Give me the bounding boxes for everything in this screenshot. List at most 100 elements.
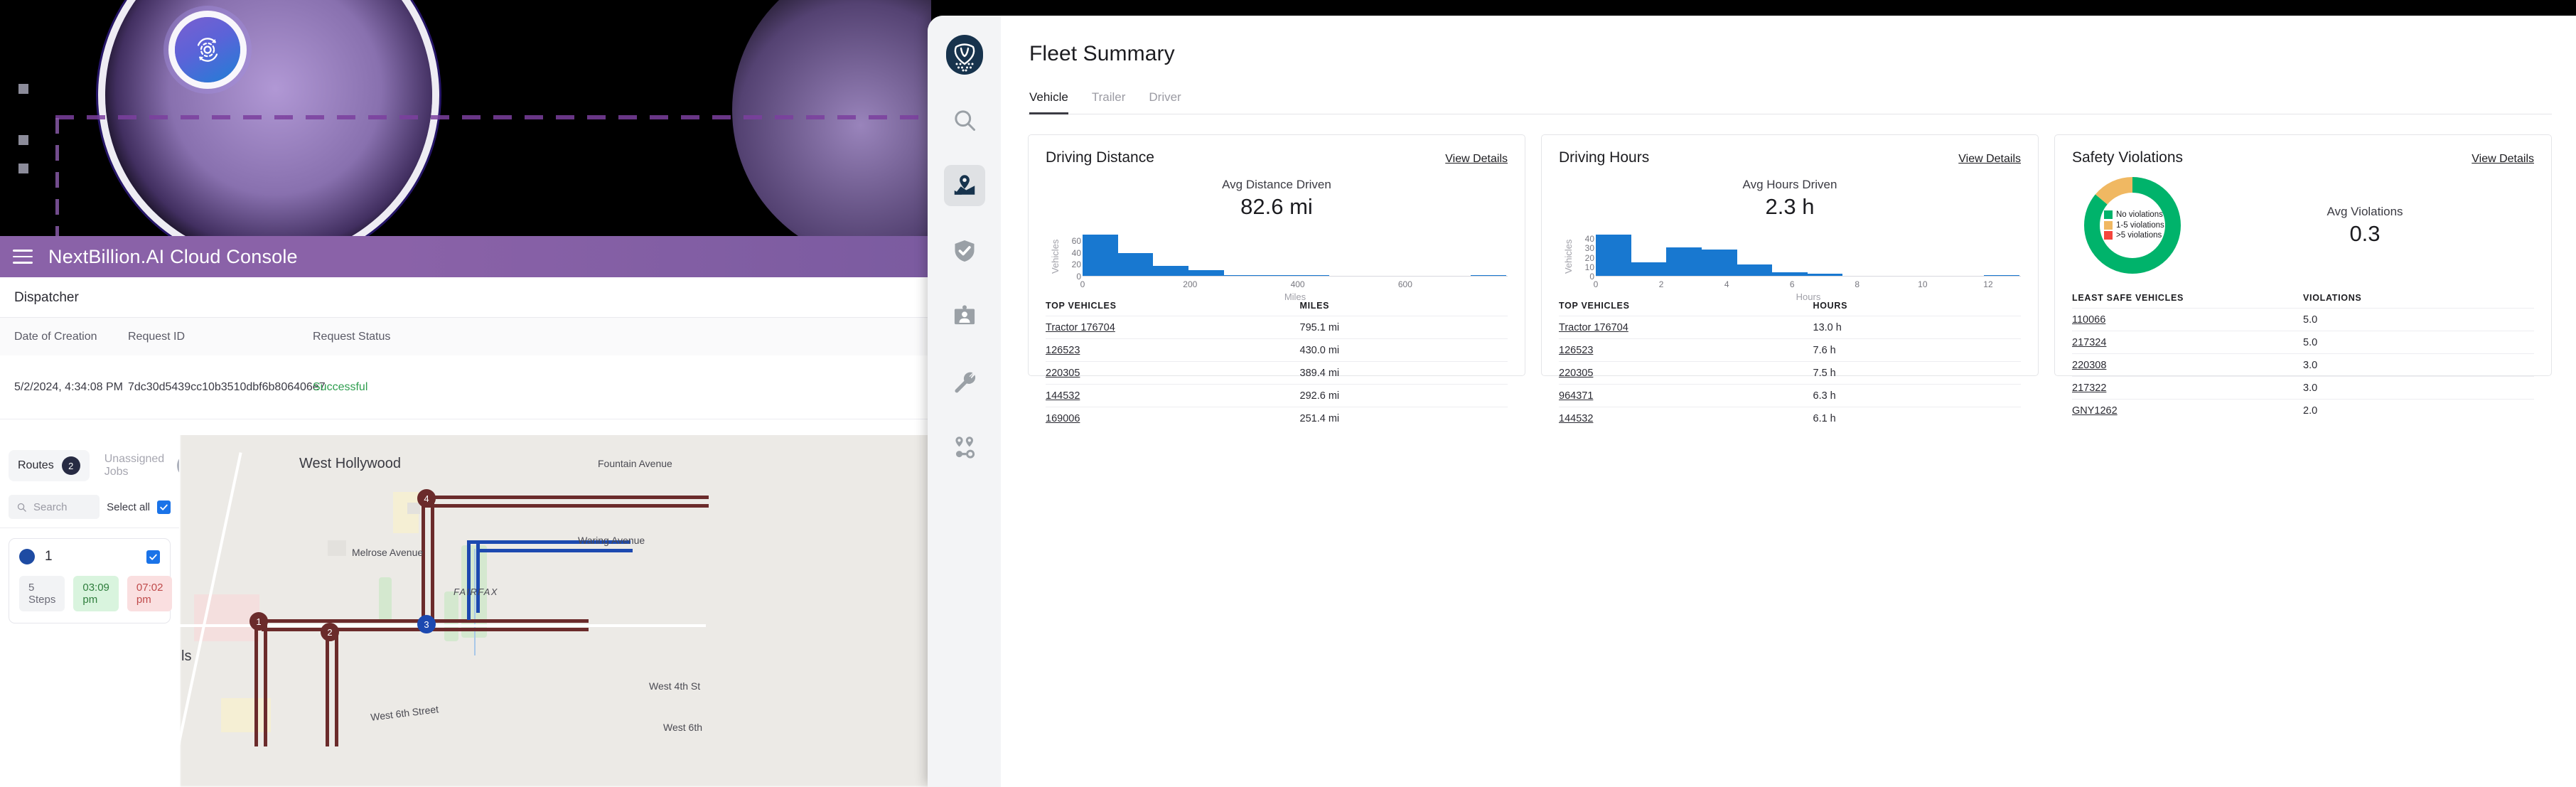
table-row[interactable]: 5/2/2024, 4:34:08 PM 7dc30d5439cc10b3510…	[0, 355, 931, 419]
vehicle-link[interactable]: 220305	[1559, 368, 1593, 379]
card-driving-hours: Driving Hours View Details Avg Hours Dri…	[1541, 134, 2039, 424]
column-header-hours: HOURS	[1813, 301, 1848, 311]
distance-histogram: Vehicles 0 20 40 60 0 200 400 600 Miles	[1046, 232, 1508, 302]
hamburger-menu-icon[interactable]	[13, 250, 33, 264]
vehicle-link[interactable]: GNY1262	[2072, 405, 2118, 417]
sidebar-item-maintenance[interactable]	[944, 361, 985, 402]
vehicle-link[interactable]: 110066	[2072, 314, 2105, 326]
sidebar-item-drivers[interactable]	[944, 296, 985, 337]
column-header-request-status: Request Status	[313, 330, 391, 343]
vehicle-link[interactable]: 144532	[1046, 390, 1080, 402]
kpi-block: Avg Hours Driven 2.3 h	[1559, 178, 2021, 220]
route-path-segment	[422, 500, 425, 623]
wrench-icon	[954, 372, 975, 393]
plot-area	[1083, 232, 1508, 277]
vehicle-link[interactable]: 220305	[1046, 368, 1080, 379]
table-row: 217322 3.0	[2072, 376, 2534, 399]
tab-routes-label: Routes	[18, 459, 54, 471]
vehicle-link[interactable]: Tractor 176704	[1559, 322, 1628, 333]
map-label-melrose-avenue: Melrose Avenue	[352, 547, 424, 558]
vehicle-link[interactable]: 126523	[1046, 345, 1080, 356]
legend-swatch-green	[2104, 210, 2113, 220]
requests-table: Date of Creation Request ID Request Stat…	[0, 318, 931, 419]
column-header-vehicles: TOP VEHICLES	[1046, 301, 1117, 311]
sidebar-item-search[interactable]	[944, 100, 985, 141]
y-tick: 10	[1584, 262, 1594, 272]
x-axis-label: Hours	[1796, 291, 1821, 302]
map-label-partial: ls	[181, 648, 192, 664]
map-pin-icon	[954, 175, 975, 195]
sidebar-item-safety[interactable]	[944, 230, 985, 272]
route-map[interactable]: 1 2 3 4 West Hollywood Fountain Avenue W…	[179, 435, 931, 787]
column-header-vehicles: TOP VEHICLES	[1559, 301, 1630, 311]
route-path-segment	[424, 496, 709, 499]
tab-trailer[interactable]: Trailer	[1092, 90, 1126, 114]
y-tick: 30	[1584, 243, 1594, 254]
route-steps-badge: 5 Steps	[19, 576, 65, 611]
kpi-label: Avg Distance Driven	[1222, 178, 1331, 191]
card-title: Safety Violations	[2072, 149, 2184, 166]
tab-driver[interactable]: Driver	[1149, 90, 1181, 114]
card-header: Driving Distance View Details	[1046, 149, 1508, 166]
vehicle-link[interactable]: 169006	[1046, 413, 1080, 424]
route-path-segment	[424, 504, 709, 508]
table-row: 110066 5.0	[2072, 308, 2534, 331]
column-header-request-id: Request ID	[128, 330, 186, 343]
select-all-checkbox[interactable]	[157, 500, 171, 514]
vehicle-link[interactable]: 220308	[2072, 360, 2106, 371]
vehicle-link[interactable]: 217324	[2072, 337, 2106, 348]
route-waypoints-icon	[955, 437, 975, 459]
vehicle-link[interactable]: 964371	[1559, 390, 1593, 402]
check-icon	[160, 504, 168, 510]
hero-square-2	[18, 135, 28, 145]
map-marker-4[interactable]: 4	[417, 489, 436, 508]
y-axis-label: Vehicles	[1050, 239, 1061, 274]
hero-dashed-line-horizontal	[55, 115, 931, 119]
legend-item: >5 violations	[2104, 230, 2164, 241]
cell-value: 3.0	[2303, 382, 2318, 394]
tab-routes[interactable]: Routes 2	[9, 450, 90, 481]
bar	[1259, 275, 1294, 276]
sidebar-item-map[interactable]	[943, 165, 985, 206]
vehicle-link[interactable]: 126523	[1559, 345, 1593, 356]
table-row: 217324 5.0	[2072, 331, 2534, 353]
samsara-owl-logo-icon[interactable]	[945, 34, 984, 75]
map-label-west-4th-st: West 4th St	[649, 680, 701, 692]
map-marker-1[interactable]: 1	[249, 612, 268, 631]
violations-donut-block: No violations 1-5 violations >5 violatio…	[2072, 172, 2534, 279]
map-marker-2[interactable]: 2	[321, 623, 339, 641]
search-input[interactable]: Search	[9, 495, 100, 519]
view-details-link[interactable]: View Details	[1958, 153, 2021, 166]
bar	[1083, 235, 1118, 276]
vehicle-link[interactable]: 217322	[2072, 382, 2106, 394]
view-details-link[interactable]: View Details	[2472, 153, 2534, 166]
card-title: Driving Hours	[1559, 149, 1650, 166]
vehicle-link[interactable]: Tractor 176704	[1046, 322, 1115, 333]
view-details-link[interactable]: View Details	[1445, 153, 1508, 166]
table-header-row: TOP VEHICLES HOURS	[1559, 301, 2021, 316]
x-tick: 2	[1658, 279, 1664, 289]
legend-swatch-orange	[2104, 220, 2113, 230]
map-marker-3[interactable]: 3	[417, 615, 436, 633]
x-tick: 8	[1855, 279, 1860, 289]
vehicle-link[interactable]: 144532	[1559, 413, 1593, 424]
sidebar-item-routes[interactable]	[944, 427, 985, 468]
search-row: Search Select all	[0, 491, 179, 528]
app-title: NextBillion.AI Cloud Console	[48, 245, 298, 267]
samsara-window: Fleet Summary Vehicle Trailer Driver Dri…	[928, 16, 2576, 787]
bar	[1631, 262, 1667, 276]
route-list-item[interactable]: 1 5 Steps 03:09 pm 07:02 pm	[9, 538, 173, 623]
plot-area	[1596, 232, 2021, 277]
tab-vehicle[interactable]: Vehicle	[1029, 90, 1068, 114]
kpi-value: 2.3 h	[1765, 194, 1815, 219]
route-checkbox[interactable]	[146, 550, 160, 564]
bar	[1470, 275, 1506, 276]
legend-item: 1-5 violations	[2104, 220, 2164, 231]
bar	[1223, 275, 1260, 276]
status-badge: Successful	[313, 380, 368, 393]
map-label-fountain-avenue: Fountain Avenue	[598, 458, 672, 469]
bar	[1772, 272, 1808, 276]
check-icon	[149, 554, 157, 560]
bar	[1596, 234, 1631, 276]
legend-label: >5 violations	[2116, 231, 2162, 240]
